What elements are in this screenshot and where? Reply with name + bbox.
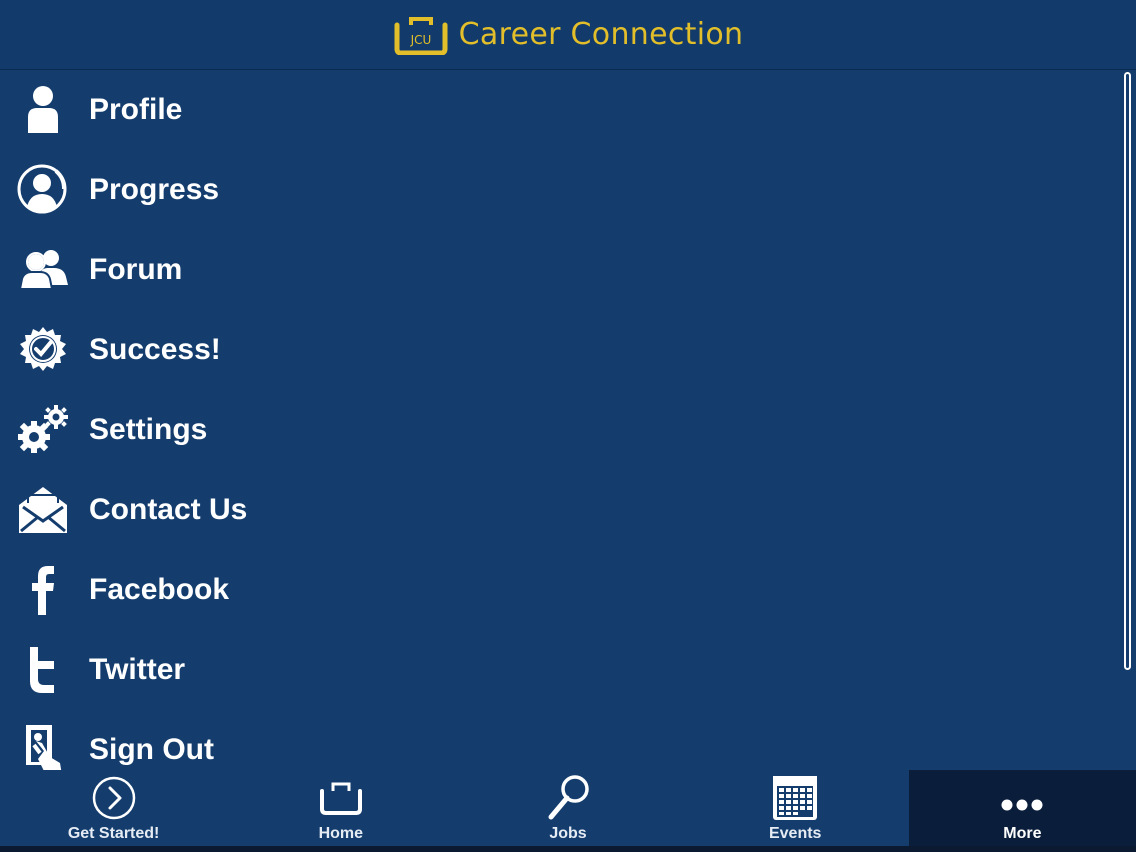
- twitter-icon: [16, 643, 70, 697]
- gears-icon: [16, 403, 70, 457]
- menu-scrollbar[interactable]: [1124, 72, 1131, 670]
- tab-label: Jobs: [549, 825, 587, 842]
- menu-item-label: Contact Us: [89, 493, 248, 526]
- logo-text: JCU: [409, 33, 431, 47]
- app-logo: JCU Career Connection: [393, 15, 744, 55]
- app-header: JCU Career Connection: [0, 0, 1136, 70]
- tab-label: Events: [768, 825, 822, 842]
- magnifier-icon: [543, 773, 593, 823]
- menu-item-label: Settings: [89, 413, 208, 446]
- menu-item-label: Twitter: [89, 653, 186, 686]
- calendar-icon: [770, 773, 820, 823]
- briefcase-icon: [316, 773, 366, 823]
- app-title: Career Connection: [458, 17, 744, 52]
- menu-item-forum[interactable]: Forum: [0, 230, 1120, 310]
- play-circle-icon: [89, 773, 139, 823]
- menu-item-label: Success!: [89, 333, 221, 366]
- bottom-edge: [0, 846, 1136, 852]
- tab-events[interactable]: Events: [682, 770, 909, 846]
- tab-get-started[interactable]: Get Started!: [0, 770, 227, 846]
- more-menu: Profile Progress Forum Success! Settings…: [0, 70, 1120, 770]
- menu-item-label: Facebook: [89, 573, 230, 606]
- more-dots-icon: [997, 773, 1047, 823]
- tab-label: Get Started!: [67, 825, 160, 842]
- tab-more[interactable]: More: [908, 770, 1136, 846]
- menu-item-label: Forum: [89, 253, 183, 286]
- menu-item-success[interactable]: Success!: [0, 310, 1120, 390]
- menu-item-contact-us[interactable]: Contact Us: [0, 470, 1120, 550]
- facebook-icon: [16, 563, 70, 617]
- progress-icon: [16, 163, 70, 217]
- tab-home[interactable]: Home: [227, 770, 454, 846]
- menu-item-sign-out[interactable]: Sign Out: [0, 710, 1120, 770]
- briefcase-logo-icon: JCU: [394, 16, 448, 55]
- envelope-icon: [16, 483, 70, 537]
- sign-out-icon: [16, 723, 70, 770]
- menu-item-label: Profile: [89, 93, 183, 126]
- menu-item-label: Sign Out: [89, 733, 214, 766]
- menu-item-label: Progress: [89, 173, 220, 206]
- menu-item-settings[interactable]: Settings: [0, 390, 1120, 470]
- menu-item-facebook[interactable]: Facebook: [0, 550, 1120, 630]
- menu-item-profile[interactable]: Profile: [0, 70, 1120, 150]
- people-icon: [16, 243, 70, 297]
- tab-label: More: [1003, 825, 1042, 842]
- success-badge-icon: [16, 323, 70, 377]
- tab-label: Home: [318, 825, 364, 842]
- menu-item-twitter[interactable]: Twitter: [0, 630, 1120, 710]
- tab-jobs[interactable]: Jobs: [454, 770, 681, 846]
- menu-item-progress[interactable]: Progress: [0, 150, 1120, 230]
- bottom-tab-bar: Get Started! Home Jobs Events More: [0, 770, 1136, 846]
- person-icon: [16, 83, 70, 137]
